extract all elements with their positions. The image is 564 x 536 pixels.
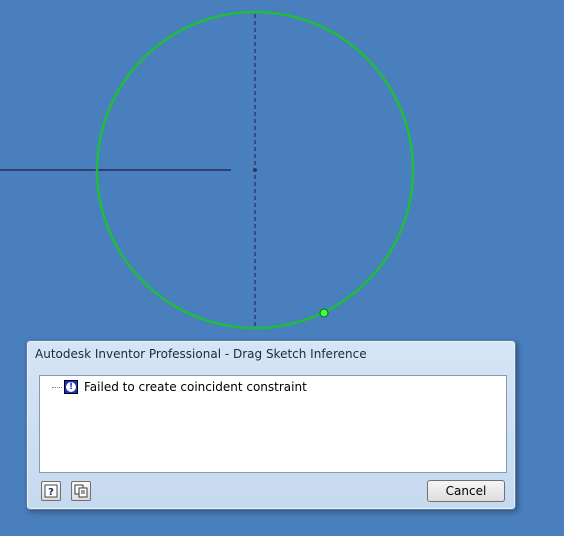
inference-dialog: Autodesk Inventor Professional - Drag Sk… xyxy=(26,340,516,510)
drag-point[interactable] xyxy=(319,308,329,318)
copy-icon xyxy=(74,484,88,498)
help-question-icon: ? xyxy=(44,484,58,498)
dialog-title: Autodesk Inventor Professional - Drag Sk… xyxy=(35,347,367,361)
message-text: Failed to create coincident constraint xyxy=(84,380,307,394)
cancel-button[interactable]: Cancel xyxy=(427,480,505,502)
message-item[interactable]: ! Failed to create coincident constraint xyxy=(52,378,307,396)
copy-button[interactable] xyxy=(71,481,91,501)
help-button[interactable]: ? xyxy=(41,481,61,501)
message-list[interactable]: ! Failed to create coincident constraint xyxy=(39,375,507,473)
tree-connector xyxy=(52,386,62,388)
svg-text:?: ? xyxy=(48,487,54,498)
info-icon: ! xyxy=(64,380,78,394)
circle-center-point[interactable] xyxy=(253,168,257,172)
